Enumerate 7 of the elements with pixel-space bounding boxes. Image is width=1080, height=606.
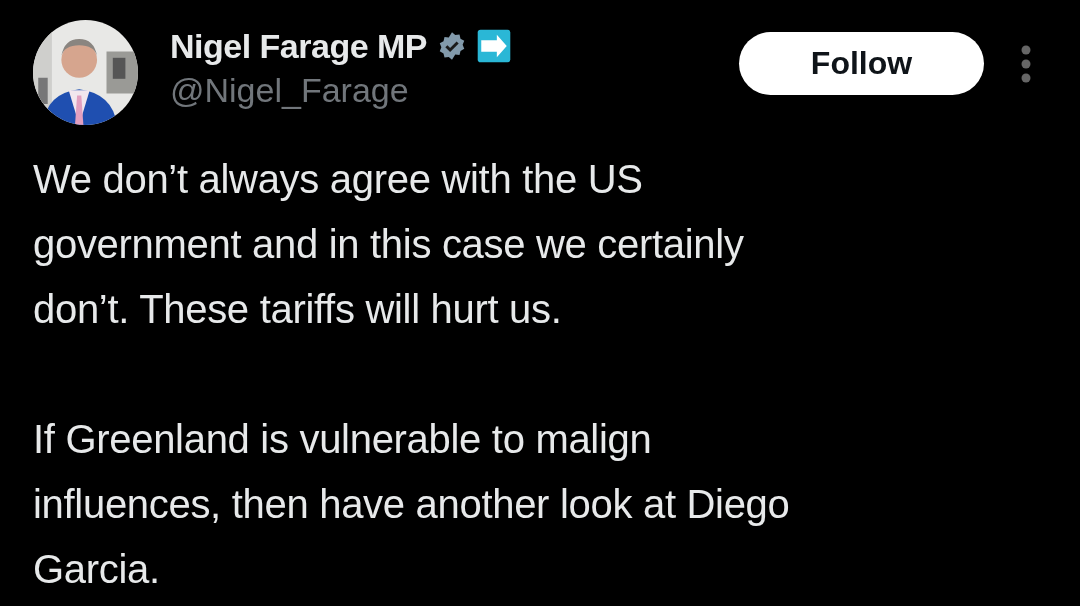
author-handle[interactable]: @Nigel_Farage [170, 68, 511, 112]
tweet-paragraph: If Greenland is vulnerable to malign influences, then have another look at Diego Garcia. [33, 416, 791, 593]
more-options-icon[interactable] [1020, 44, 1032, 84]
follow-button[interactable]: Follow [739, 32, 984, 95]
author-name[interactable]: Nigel Farage MP [170, 24, 427, 68]
arrow-logo-icon [477, 29, 511, 63]
tweet-paragraph: We don’t always agree with the US government and in this case we certainly don’t. These tariffs will hurt us. [33, 156, 745, 333]
